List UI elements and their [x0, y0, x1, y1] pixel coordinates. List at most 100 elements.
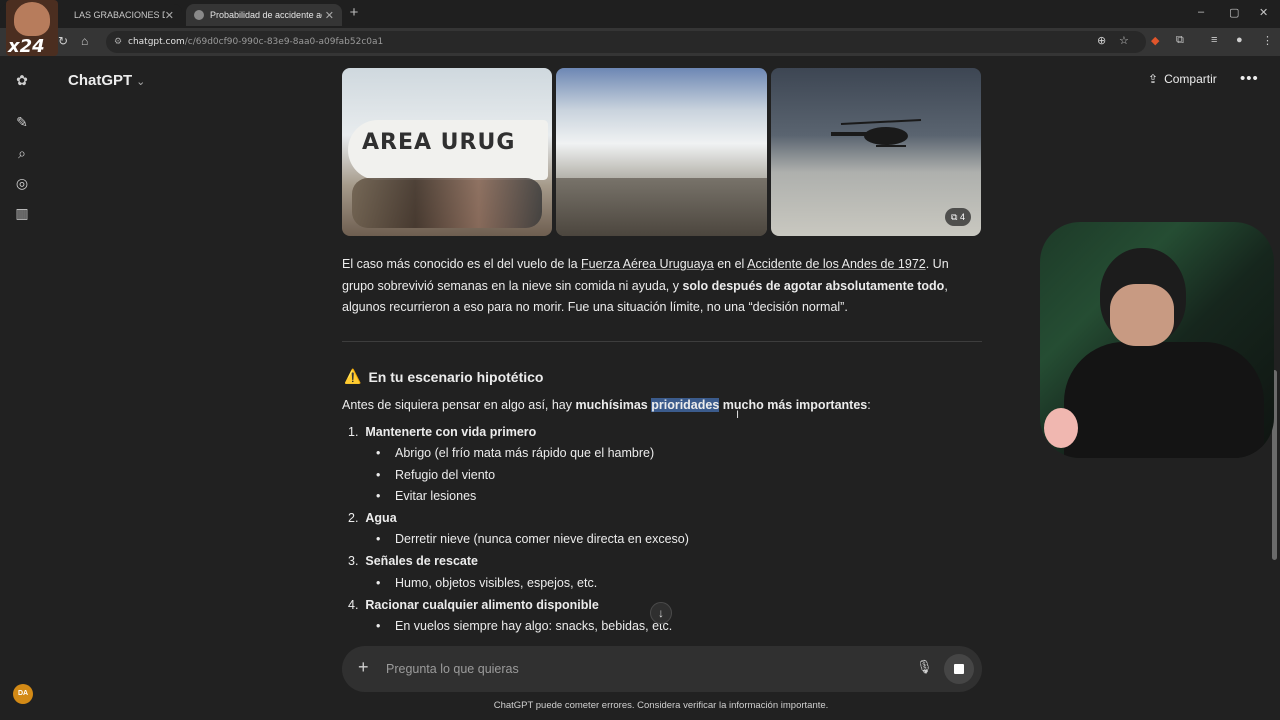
intro-line: Antes de siquiera pensar en algo así, ha… — [342, 398, 871, 412]
url-host: chatgpt.com — [128, 37, 185, 47]
search-icon[interactable]: ⌕ — [12, 143, 32, 163]
list-item: 1. Mantenerte con vida primero — [348, 425, 536, 439]
survivors-group-shape — [352, 178, 542, 228]
tab-favicon-icon — [194, 10, 204, 20]
model-label: ChatGPT — [68, 72, 133, 89]
bullet-text: Humo, objetos visibles, espejos, etc. — [395, 576, 598, 590]
chevron-down-icon: ⌄ — [136, 76, 146, 88]
close-tab-icon[interactable]: ✕ — [325, 9, 334, 22]
share-icon: ⇪ — [1148, 72, 1159, 86]
bullet-text: Derretir nieve (nunca comer nieve direct… — [395, 532, 689, 546]
link-fuerza-aerea-uruguaya[interactable]: Fuerza Aérea Uruguaya — [581, 257, 714, 271]
openai-logo-icon[interactable]: ✿ — [12, 70, 32, 90]
list-item: 3. Señales de rescate — [348, 554, 478, 568]
stop-generating-button[interactable] — [944, 654, 974, 684]
home-icon[interactable]: ⌂ — [81, 34, 88, 48]
list-item-title: Señales de rescate — [365, 554, 478, 568]
maximize-icon[interactable]: ▢ — [1229, 6, 1239, 19]
extensions-puzzle-icon[interactable]: ⧉ — [1176, 34, 1184, 47]
bullet-item: Abrigo (el frío mata más rápido que el h… — [376, 446, 654, 460]
streamer-body-shape — [1064, 342, 1264, 458]
bold-text: mucho más importantes — [719, 398, 868, 412]
share-label: Compartir — [1164, 72, 1217, 86]
url-path: /c/69d0cf90-990c-83e9-8aa0-a09fab52c0a1 — [184, 37, 384, 47]
message-composer: + 🎙 — [342, 646, 982, 692]
close-tab-icon[interactable]: ✕ — [165, 9, 174, 22]
streamer-face-shape — [1110, 284, 1174, 346]
browser-tab-bar: LAS GRABACIONES DE CA ✕ Probabilidad de … — [0, 0, 1280, 28]
bullet-item: Evitar lesiones — [376, 489, 476, 503]
text-cursor-icon: I — [736, 409, 740, 421]
new-chat-icon[interactable]: ✎ — [12, 112, 32, 132]
address-bar[interactable]: ⚙ chatgpt.com/c/69d0cf90-990c-83e9-8aa0-… — [106, 31, 1146, 53]
list-item: 4. Racionar cualquier alimento disponibl… — [348, 598, 599, 612]
prompt-input[interactable] — [386, 659, 886, 679]
bullet-item: Derretir nieve (nunca comer nieve direct… — [376, 532, 689, 546]
helicopter-icon — [831, 119, 922, 147]
bullet-item: Refugio del viento — [376, 468, 495, 482]
bullet-item: Humo, objetos visibles, espejos, etc. — [376, 576, 597, 590]
image-result[interactable] — [556, 68, 767, 236]
list-item-title: Mantenerte con vida primero — [365, 425, 537, 439]
text-run: Antes de siquiera pensar en algo así, ha… — [342, 398, 576, 412]
bullet-text: En vuelos siempre hay algo: snacks, bebi… — [395, 619, 673, 633]
image-result[interactable]: ⧉ 4 — [771, 68, 981, 236]
list-number: 3. — [348, 554, 359, 568]
wreckage-shape — [556, 178, 767, 236]
plane-text: AREA URUG — [362, 130, 516, 155]
new-tab-button[interactable]: + — [346, 4, 362, 21]
tab-title: Probabilidad de accidente aére — [210, 10, 322, 20]
profile-icon[interactable]: ● — [1236, 34, 1243, 46]
warning-icon: ⚠️ — [344, 368, 362, 384]
sidebar-rail: ✿ ✎ ⌕ ◎ ▥ DA — [0, 56, 44, 720]
bookmark-star-icon[interactable]: ☆ — [1119, 34, 1129, 47]
model-selector[interactable]: ChatGPT ⌄ — [68, 72, 145, 89]
disclaimer-text: ChatGPT puede cometer errores. Considera… — [493, 700, 829, 711]
image-count-badge[interactable]: ⧉ 4 — [945, 208, 971, 226]
list-number: 1. — [348, 425, 359, 439]
bold-text: solo después de agotar absolutamente tod… — [682, 278, 945, 293]
divider — [342, 341, 982, 342]
gpts-icon[interactable]: ◎ — [12, 173, 32, 193]
minimize-icon[interactable]: – — [1198, 6, 1204, 18]
image-count: 4 — [959, 212, 965, 222]
library-icon[interactable]: ▥ — [12, 203, 32, 223]
bullet-text: Refugio del viento — [395, 468, 496, 482]
browser-tab-active[interactable]: Probabilidad de accidente aére ✕ — [186, 4, 342, 26]
overlay-face-image — [14, 2, 50, 36]
tab-title: LAS GRABACIONES DE CA — [74, 10, 165, 20]
media-icon[interactable]: ≡ — [1211, 34, 1217, 46]
bullet-item: En vuelos siempre hay algo: snacks, bebi… — [376, 619, 672, 633]
share-button[interactable]: ⇪ Compartir — [1148, 72, 1217, 86]
list-item-title: Agua — [365, 511, 397, 525]
attach-plus-icon[interactable]: + — [358, 657, 369, 678]
scroll-to-bottom-button[interactable]: ↓ — [650, 602, 672, 624]
stream-overlay-badge: x24 — [6, 0, 58, 57]
extension-icon[interactable]: ◆ — [1151, 34, 1159, 47]
close-window-icon[interactable]: ✕ — [1259, 6, 1268, 19]
list-item: 2. Agua — [348, 511, 397, 525]
section-heading-text: En tu escenario hipotético — [368, 368, 544, 385]
selected-text: prioridades — [651, 398, 720, 412]
list-number: 4. — [348, 598, 359, 612]
bold-text: muchísimas — [575, 398, 652, 412]
reload-icon[interactable]: ↻ — [58, 34, 68, 48]
zoom-icon[interactable]: ⊕ — [1097, 34, 1106, 47]
microphone-icon[interactable]: 🎙 — [916, 659, 933, 675]
text-run: : — [867, 398, 871, 412]
browser-menu-icon[interactable]: ⋮ — [1262, 34, 1273, 47]
site-info-icon[interactable]: ⚙ — [114, 31, 122, 53]
list-item-title: Racionar cualquier alimento disponible — [365, 598, 599, 612]
more-options-icon[interactable]: ••• — [1240, 70, 1259, 87]
bullet-text: Evitar lesiones — [395, 489, 477, 503]
text-run: El caso más conocido es el del vuelo de … — [342, 257, 582, 271]
pig-sticker-icon — [1044, 408, 1078, 448]
browser-toolbar: ↻ ⌂ ⚙ chatgpt.com/c/69d0cf90-990c-83e9-8… — [0, 28, 1280, 56]
webcam-overlay — [1040, 222, 1274, 458]
arrow-down-icon: ↓ — [658, 606, 664, 620]
list-number: 2. — [348, 511, 359, 525]
link-accidente-andes[interactable]: Accidente de los Andes de 1972 — [747, 257, 926, 271]
image-result[interactable]: AREA URUG — [342, 68, 552, 236]
section-heading: ⚠️ En tu escenario hipotético — [344, 368, 543, 385]
text-run: en el — [713, 257, 748, 271]
